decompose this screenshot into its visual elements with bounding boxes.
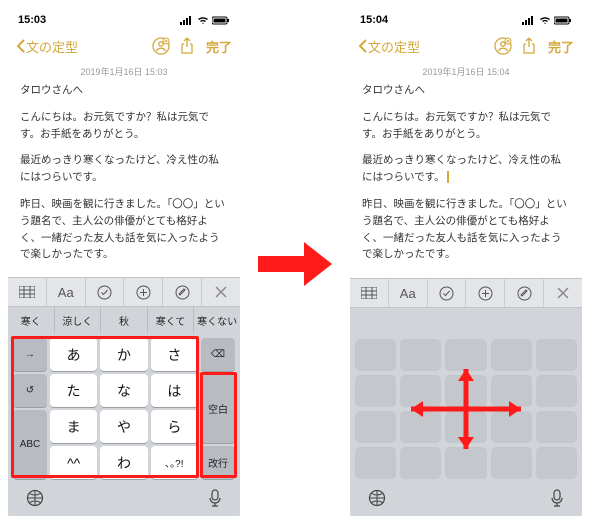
note-content[interactable]: タロウさんへ こんにちは。お元気ですか？私は元気です。お手紙をありがとう。 最近…	[8, 82, 240, 263]
trackpad-area[interactable]	[350, 334, 582, 484]
table-icon[interactable]	[8, 278, 47, 306]
key-wa[interactable]: わ	[100, 446, 147, 479]
suggestion-bar: 寒く 涼しく 秋 寒くて 寒くない	[8, 307, 240, 333]
chevron-left-icon	[358, 39, 368, 53]
checklist-icon[interactable]	[86, 278, 125, 306]
phone-left: 15:03 文の定型 完了 2019年1月16日 15:03 タロウさんへ	[8, 11, 240, 516]
kana-keyboard: → あ か さ ⌫ ↺ た な は 空白 ABC ま や ら ^^ わ ､	[10, 335, 238, 482]
signal-icon	[522, 16, 536, 25]
checklist-icon[interactable]	[428, 279, 467, 307]
globe-icon[interactable]	[26, 489, 44, 512]
add-icon[interactable]	[466, 279, 505, 307]
suggestion-bar-empty	[350, 308, 582, 334]
key-abc[interactable]: ABC	[13, 410, 47, 479]
key-arrow[interactable]: →	[13, 338, 47, 371]
status-indicators	[522, 16, 572, 25]
note-paragraph: 最近めっきり寒くなったけど、冷え性の私にはつらいです。	[20, 152, 228, 186]
note-content[interactable]: タロウさんへ こんにちは。お元気ですか？私は元気です。お手紙をありがとう。 最近…	[350, 82, 582, 263]
note-paragraph: こんにちは。お元気ですか？私は元気です。お手紙をありがとう。	[362, 109, 570, 143]
status-time: 15:03	[18, 14, 46, 26]
battery-icon	[554, 16, 572, 25]
status-indicators	[180, 16, 230, 25]
note-paragraph: 昨日、映画を観に行きました。「〇〇」という題名で、主人公の俳優がとても格好よく、…	[20, 196, 228, 263]
add-icon[interactable]	[124, 278, 163, 306]
phone-right: 15:04 文の定型 完了 2019年1月16日 15:04 タロウさんへ	[350, 11, 582, 516]
note-paragraph: 最近めっきり寒くなったけど、冷え性の私にはつらいです。	[362, 152, 570, 186]
wifi-icon	[539, 16, 551, 25]
keyboard-toolbar: Aa	[350, 278, 582, 308]
suggestion[interactable]: 寒くない	[194, 307, 240, 333]
done-button[interactable]: 完了	[548, 37, 574, 56]
nav-bar: 文の定型 完了	[350, 29, 582, 63]
keyboard-bottom-bar	[8, 484, 240, 516]
status-bar: 15:04	[350, 11, 582, 29]
suggestion[interactable]: 寒くて	[148, 307, 195, 333]
key-face[interactable]: ^^	[50, 446, 97, 479]
transition-arrow-icon	[255, 236, 335, 292]
text-cursor	[447, 171, 449, 183]
add-person-icon[interactable]	[148, 33, 174, 59]
globe-icon[interactable]	[368, 489, 386, 512]
note-paragraph: 昨日、映画を観に行きました。「〇〇」という題名で、主人公の俳優がとても格好よく、…	[362, 196, 570, 263]
keyboard-bottom-bar	[350, 484, 582, 516]
suggestion[interactable]: 秋	[101, 307, 148, 333]
key-ha[interactable]: は	[151, 374, 198, 407]
text-format-button[interactable]: Aa	[47, 278, 86, 306]
back-label: 文の定型	[368, 37, 420, 56]
close-icon[interactable]	[544, 279, 582, 307]
back-button[interactable]: 文の定型	[16, 37, 78, 56]
signal-icon	[180, 16, 194, 25]
wifi-icon	[197, 16, 209, 25]
close-icon[interactable]	[202, 278, 240, 306]
text-format-button[interactable]: Aa	[389, 279, 428, 307]
markup-icon[interactable]	[163, 278, 202, 306]
key-delete[interactable]: ⌫	[201, 338, 235, 371]
key-sa[interactable]: さ	[151, 338, 198, 371]
battery-icon	[212, 16, 230, 25]
status-time: 15:04	[360, 14, 388, 26]
add-person-icon[interactable]	[490, 33, 516, 59]
note-paragraph: こんにちは。お元気ですか？私は元気です。お手紙をありがとう。	[20, 109, 228, 143]
key-ra[interactable]: ら	[151, 410, 198, 443]
status-bar: 15:03	[8, 11, 240, 29]
key-a[interactable]: あ	[50, 338, 97, 371]
keyboard: Aa 寒く 涼しく 秋 寒くて 寒くない → あ か さ ⌫	[8, 277, 240, 516]
table-icon[interactable]	[350, 279, 389, 307]
mic-icon[interactable]	[208, 489, 222, 512]
keyboard-toolbar: Aa	[8, 277, 240, 307]
keyboard: Aa	[350, 278, 582, 516]
nav-bar: 文の定型 完了	[8, 29, 240, 63]
suggestion[interactable]: 寒く	[8, 307, 55, 333]
note-datestamp: 2019年1月16日 15:03	[8, 63, 240, 82]
markup-icon[interactable]	[505, 279, 544, 307]
mic-icon[interactable]	[550, 489, 564, 512]
share-icon[interactable]	[174, 33, 200, 59]
note-datestamp: 2019年1月16日 15:04	[350, 63, 582, 82]
done-button[interactable]: 完了	[206, 37, 232, 56]
back-button[interactable]: 文の定型	[358, 37, 420, 56]
key-na[interactable]: な	[100, 374, 147, 407]
back-label: 文の定型	[26, 37, 78, 56]
note-paragraph: タロウさんへ	[20, 82, 228, 99]
key-ka[interactable]: か	[100, 338, 147, 371]
suggestion[interactable]: 涼しく	[55, 307, 102, 333]
key-space[interactable]: 空白	[201, 374, 235, 443]
key-punct[interactable]: ､｡?!	[151, 446, 198, 479]
key-ya[interactable]: や	[100, 410, 147, 443]
key-undo[interactable]: ↺	[13, 374, 47, 407]
share-icon[interactable]	[516, 33, 542, 59]
chevron-left-icon	[16, 39, 26, 53]
key-ma[interactable]: ま	[50, 410, 97, 443]
note-paragraph: タロウさんへ	[362, 82, 570, 99]
key-ta[interactable]: た	[50, 374, 97, 407]
key-enter[interactable]: 改行	[201, 446, 235, 479]
